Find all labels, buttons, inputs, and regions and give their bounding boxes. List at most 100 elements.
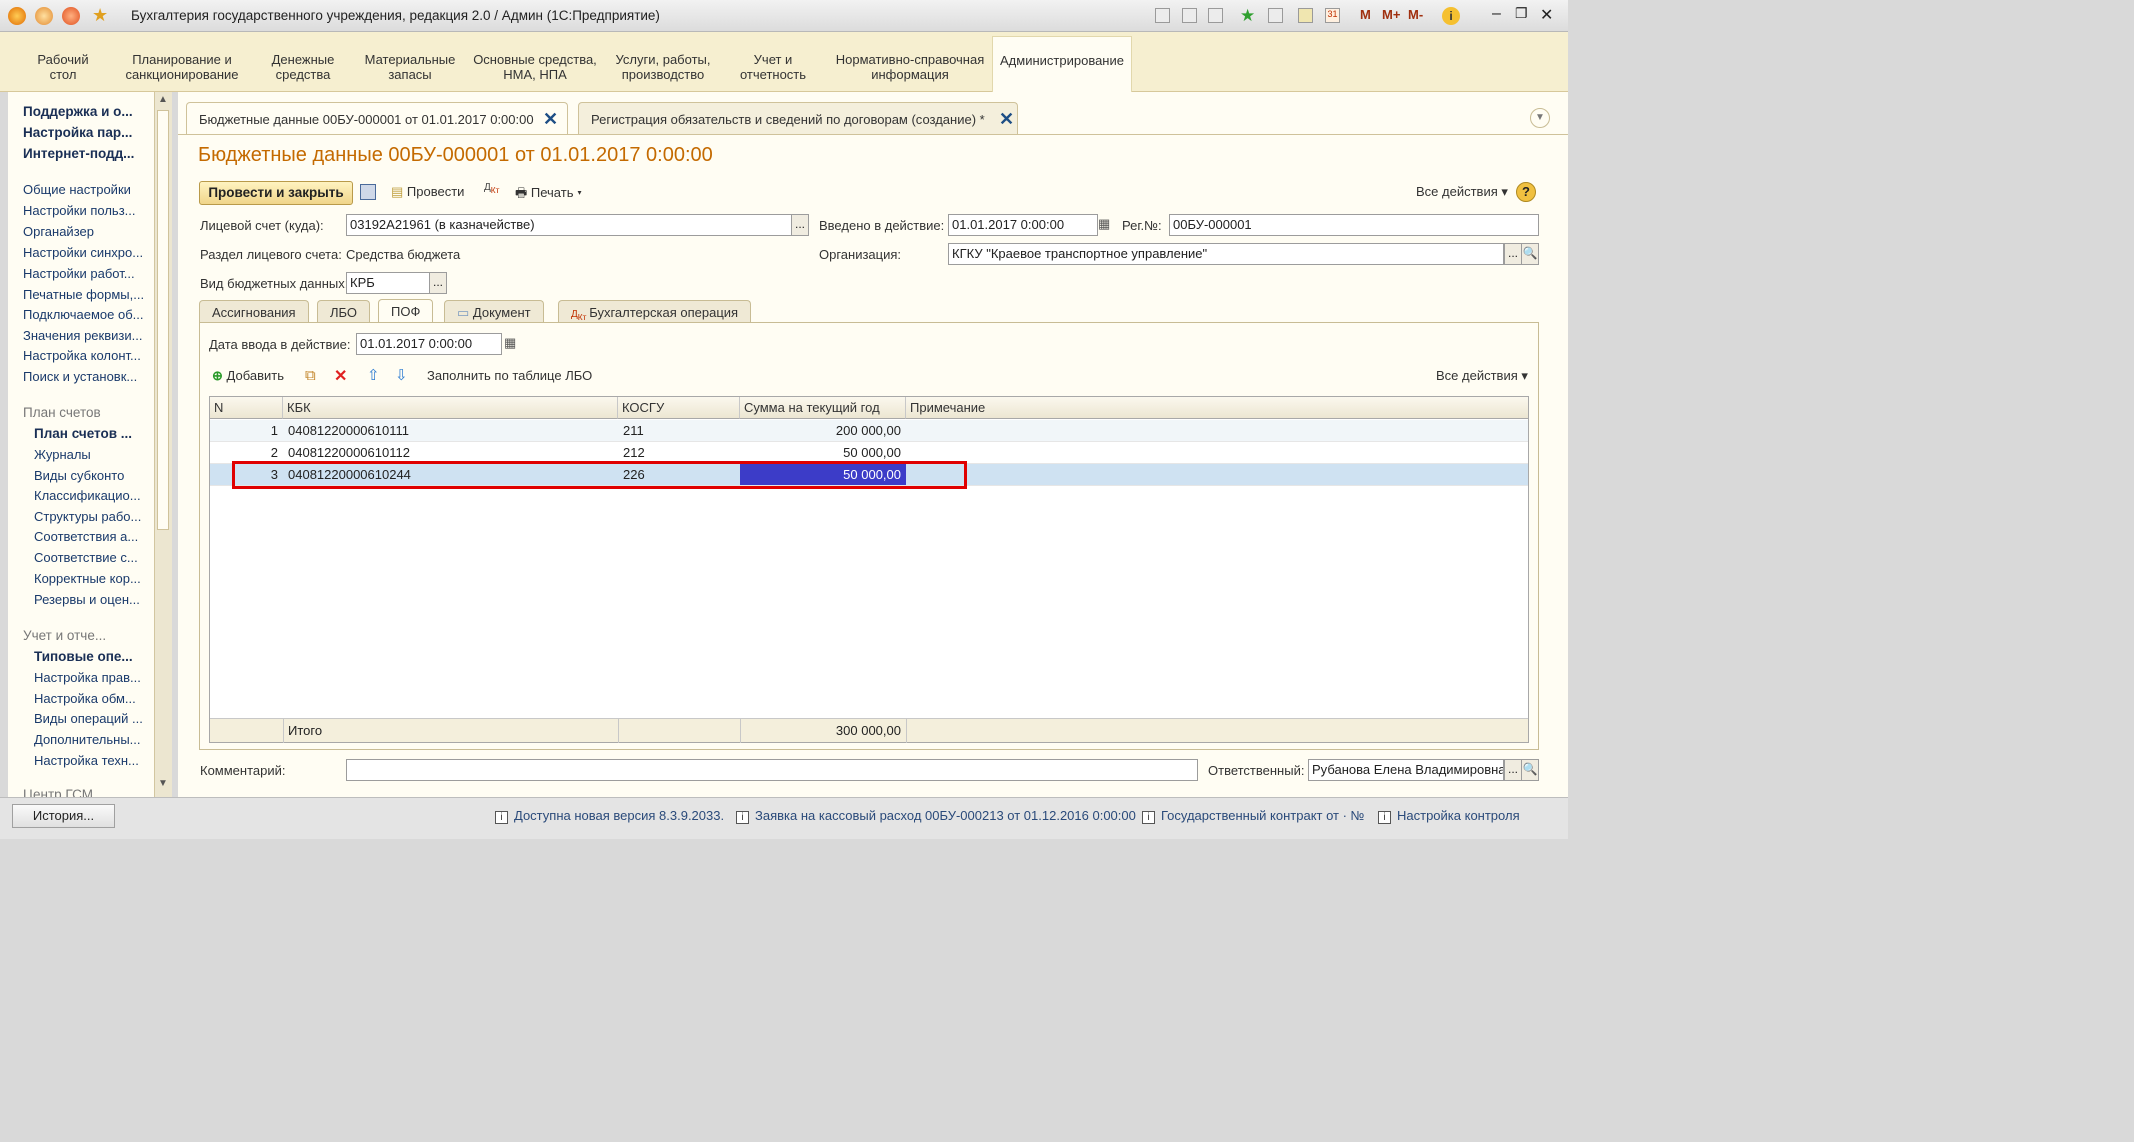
history-button[interactable]: История... [12,804,115,828]
move-down-icon[interactable]: ⇩ [395,366,408,384]
sidebar-item[interactable]: Общие настройки [23,182,131,197]
sidebar-item[interactable]: Настройки синхро... [23,245,143,260]
account-select-button[interactable]: ... [791,214,809,236]
table-row[interactable]: 1 04081220000610111 211 200 000,00 [210,420,1528,442]
help-button[interactable]: ? [1516,182,1536,202]
organization-field[interactable]: КГКУ "Краевое транспортное управление" [948,243,1504,265]
sidebar-item[interactable]: Значения реквизи... [23,328,142,343]
status-new-version[interactable]: i Доступна новая версия 8.3.9.2033. [495,808,724,824]
move-up-icon[interactable]: ⇧ [367,366,380,384]
column-header-n[interactable]: N [210,397,283,419]
sidebar-item[interactable]: План счетов ... [34,426,132,441]
close-icon[interactable]: ✕ [543,109,558,130]
account-field[interactable]: 03192A21961 (в казначействе) [346,214,792,236]
history-icon[interactable] [1268,8,1283,23]
sidebar-item[interactable]: Дополнительны... [34,732,141,747]
restore-button[interactable]: ❐ [1515,5,1528,22]
menu-item-money[interactable]: Денежные средства [262,52,344,82]
sidebar-item[interactable]: Структуры рабо... [34,509,141,524]
sidebar-item[interactable]: Подключаемое об... [23,307,144,322]
sidebar-item[interactable]: Настройка прав... [34,670,141,685]
responsible-field[interactable]: Рубанова Елена Владимировна [1308,759,1504,781]
pof-date-field[interactable]: 01.01.2017 0:00:00 [356,333,502,355]
tab-accounting-operation[interactable]: ДКт Бухгалтерская операция [558,300,752,324]
memory-mminus-button[interactable]: M- [1408,7,1423,25]
calendar-icon[interactable]: ▦ [1098,216,1110,232]
sidebar-item[interactable]: Органайзер [23,224,94,239]
save-icon[interactable] [360,184,376,200]
column-header-sum[interactable]: Сумма на текущий год [740,397,906,419]
menu-item-reference[interactable]: Нормативно-справочная информация [832,52,988,82]
fill-from-lbo-button[interactable]: Заполнить по таблице ЛБО [427,368,592,383]
sidebar-item[interactable]: Настройки польз... [23,203,136,218]
menu-item-materials[interactable]: Материальные запасы [360,52,460,82]
comment-field[interactable] [346,759,1198,781]
print-button[interactable]: 🖶 Печать ▾ [515,184,582,206]
close-icon[interactable]: ✕ [999,109,1014,130]
status-contract[interactable]: i Государственный контракт от · № [1142,808,1365,824]
tab-document[interactable]: ▭ Документ [444,300,544,324]
responsible-select-button[interactable]: ... [1504,759,1522,781]
calendar-icon[interactable]: ▦ [504,335,516,351]
post-button[interactable]: ▤ Провести [391,184,464,200]
status-control-settings[interactable]: i Настройка контроля [1378,808,1520,824]
orange-circle-icon[interactable] [62,7,80,25]
sidebar-item[interactable]: Настройки работ... [23,266,135,281]
tab-obligations[interactable]: Регистрация обязательств и сведений по д… [578,102,1018,134]
column-header-kbk[interactable]: КБК [283,397,618,419]
favorites-icon[interactable]: ★ [1240,6,1255,26]
organization-search-icon[interactable]: 🔍 [1521,243,1539,265]
menu-item-fixed-assets[interactable]: Основные средства, НМА, НПА [470,52,600,82]
column-header-note[interactable]: Примечание [906,397,1528,419]
all-actions-button[interactable]: Все действия ▾ [1436,368,1528,384]
sidebar-item[interactable]: Поиск и установк... [23,369,137,384]
post-and-close-button[interactable]: Провести и закрыть [199,181,353,205]
sidebar-item[interactable]: Резервы и оцен... [34,592,140,607]
copy-row-icon[interactable]: ⧉ [305,367,316,384]
info-icon[interactable]: i [1442,7,1460,25]
effective-date-field[interactable]: 01.01.2017 0:00:00 [948,214,1098,236]
sidebar-item[interactable]: Настройка колонт... [23,348,141,363]
budget-kind-field[interactable]: КРБ [346,272,430,294]
menu-item-admin[interactable]: Администрирование [992,36,1132,92]
responsible-search-icon[interactable]: 🔍 [1521,759,1539,781]
sidebar-item[interactable]: Виды субконто [34,468,124,483]
organization-select-button[interactable]: ... [1504,243,1522,265]
reg-number-field[interactable]: 00БУ-000001 [1169,214,1539,236]
print-icon[interactable] [1182,8,1197,23]
sidebar-item[interactable]: Настройка пар... [23,125,132,140]
sidebar-item[interactable]: Настройка техн... [34,753,139,768]
menu-item-planning[interactable]: Планирование и санкционирование [118,52,246,82]
minimize-button[interactable]: – [1492,5,1501,23]
all-actions-button[interactable]: Все действия ▾ [1416,184,1508,200]
menu-dropdown-icon[interactable] [35,7,53,25]
menu-item-services[interactable]: Услуги, работы, производство [610,52,716,82]
sidebar-item[interactable]: Интернет-подд... [23,146,134,161]
delete-row-icon[interactable]: ✕ [334,366,347,386]
tab-lbo[interactable]: ЛБО [317,300,371,324]
preview-icon[interactable] [1208,8,1223,23]
calendar-icon[interactable]: 31 [1325,8,1340,23]
tabs-menu-icon[interactable]: ▼ [1530,108,1550,128]
scroll-thumb[interactable] [157,110,169,530]
sidebar-item[interactable]: Классификацио... [34,488,141,503]
tab-budget-data[interactable]: Бюджетные данные 00БУ-000001 от 01.01.20… [186,102,568,134]
sidebar-item[interactable]: Поддержка и о... [23,104,133,119]
memory-m-button[interactable]: M [1360,7,1371,25]
sidebar-item[interactable]: Журналы [34,447,91,462]
scroll-down-icon[interactable]: ▼ [158,778,168,789]
budget-kind-select-button[interactable]: ... [429,272,447,294]
save-icon[interactable] [1155,8,1170,23]
dt-kt-icon[interactable]: ДКт [484,182,499,195]
pof-table[interactable]: N КБК КОСГУ Сумма на текущий год Примеча… [209,396,1529,743]
sidebar-item[interactable]: Виды операций ... [34,711,143,726]
close-button[interactable]: ✕ [1540,5,1553,25]
star-icon[interactable]: ★ [92,5,108,26]
sidebar-item[interactable]: Типовые опе... [34,649,133,664]
sidebar-item[interactable]: Настройка обм... [34,691,136,706]
column-header-kosgu[interactable]: КОСГУ [618,397,740,419]
tab-assignments[interactable]: Ассигнования [199,300,309,324]
menu-item-desktop[interactable]: Рабочий стол [30,52,96,82]
sidebar-item[interactable]: Печатные формы,... [23,287,144,302]
calculator-icon[interactable] [1298,8,1313,23]
